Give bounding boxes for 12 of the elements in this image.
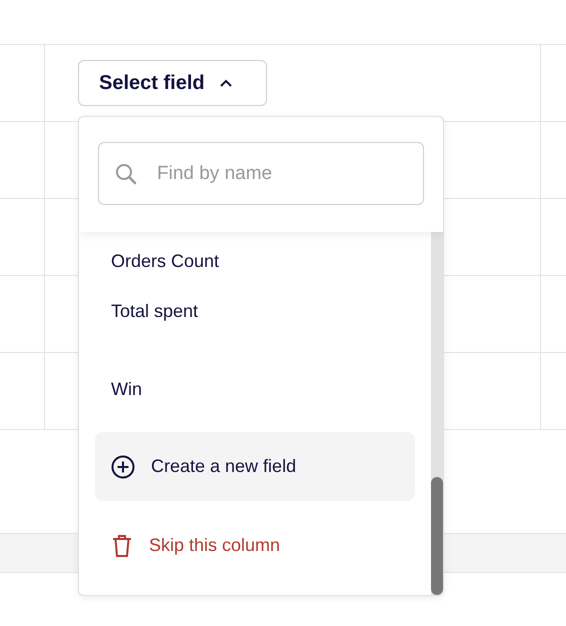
field-option[interactable]: Total spent [95, 272, 415, 350]
create-field-option[interactable]: Create a new field [95, 432, 415, 501]
chevron-icon [218, 78, 233, 88]
search-icon [115, 163, 137, 185]
select-field-dropdown[interactable]: Select field [78, 60, 267, 106]
scrollbar-thumb[interactable] [431, 477, 443, 595]
field-option[interactable]: Orders Count [95, 232, 415, 272]
skip-column-option[interactable]: Skip this column [95, 511, 415, 580]
trash-icon [111, 534, 133, 558]
plus-circle-icon [111, 454, 135, 478]
search-field[interactable]: Find by name [98, 142, 424, 205]
field-option[interactable]: Win [95, 350, 415, 428]
